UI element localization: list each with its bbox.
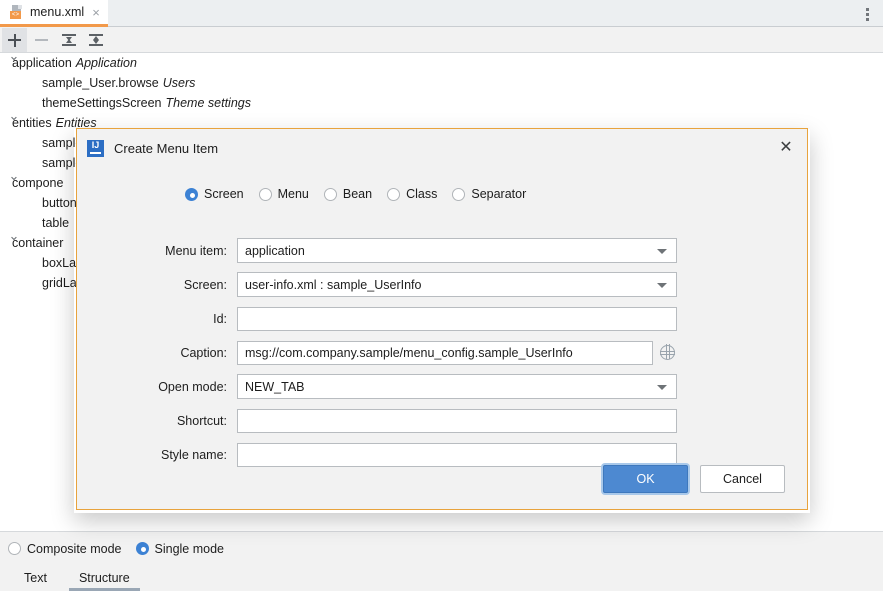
chevron-down-icon bbox=[657, 385, 667, 390]
radio-dot-icon bbox=[323, 187, 337, 201]
expand-all-button[interactable] bbox=[56, 28, 81, 52]
radio-type-screen[interactable]: Screen bbox=[185, 187, 244, 201]
tab-structure-label: Structure bbox=[78, 571, 130, 585]
field-row-screen: Screen: user-info.xml : sample_UserInfo bbox=[77, 270, 807, 299]
menu-item-value: application bbox=[245, 243, 305, 258]
editor-tab-menu-xml[interactable]: <> menu.xml × bbox=[0, 0, 108, 27]
close-icon[interactable]: ✕ bbox=[777, 139, 795, 157]
tree-node-name: button bbox=[42, 196, 77, 210]
field-row-caption: Caption: msg://com.company.sample/menu_c… bbox=[77, 338, 807, 367]
radio-type-menu[interactable]: Menu bbox=[258, 187, 309, 201]
intellij-idea-icon bbox=[87, 139, 104, 157]
open-mode-combobox[interactable]: NEW_TAB bbox=[237, 374, 677, 399]
menu-item-combobox[interactable]: application bbox=[237, 238, 677, 263]
open-mode-value: NEW_TAB bbox=[245, 379, 305, 394]
create-menu-item-dialog: Create Menu Item ✕ Screen Menu Bean Class Se… bbox=[76, 129, 808, 510]
radio-dot-icon bbox=[185, 187, 198, 201]
radio-type-separator[interactable]: Separator bbox=[452, 187, 526, 201]
tree-node-name: table bbox=[42, 216, 70, 230]
tree-node-caption: Application bbox=[75, 56, 137, 70]
menu-item-type-radio-group: Screen Menu Bean Class Separator bbox=[185, 187, 526, 201]
radio-type-label: Class bbox=[406, 187, 438, 201]
collapse-all-button[interactable] bbox=[83, 28, 108, 52]
expand-all-icon bbox=[61, 33, 76, 47]
mode-selector-bar: Composite mode Single mode bbox=[0, 532, 883, 565]
screen-value: user-info.xml : sample_UserInfo bbox=[245, 277, 422, 292]
plus-icon bbox=[8, 33, 21, 47]
collapse-all-icon bbox=[88, 33, 103, 47]
tree-node-name: sample_User.browse bbox=[42, 76, 159, 90]
minus-icon bbox=[35, 39, 48, 41]
radio-type-label: Bean bbox=[342, 187, 373, 201]
tab-text[interactable]: Text bbox=[20, 565, 51, 591]
style-name-input[interactable] bbox=[237, 442, 677, 467]
tree-node-name: themeSettingsScreen bbox=[42, 96, 162, 110]
shortcut-input[interactable] bbox=[237, 408, 677, 433]
radio-dot-icon bbox=[258, 187, 272, 201]
radio-composite-mode[interactable]: Composite mode bbox=[8, 542, 122, 556]
screen-combobox[interactable]: user-info.xml : sample_UserInfo bbox=[237, 272, 677, 297]
id-label: Id: bbox=[213, 311, 227, 326]
tab-text-label: Text bbox=[24, 571, 47, 585]
field-row-id: Id: bbox=[77, 304, 807, 333]
editor-tab-bar: <> menu.xml × bbox=[0, 0, 883, 27]
open-mode-label: Open mode: bbox=[158, 379, 227, 394]
radio-type-label: Screen bbox=[204, 187, 244, 201]
field-row-menu-item: Menu item: application bbox=[77, 236, 807, 265]
tab-structure[interactable]: Structure bbox=[68, 565, 140, 591]
globe-icon[interactable] bbox=[659, 344, 675, 360]
radio-composite-mode-label: Composite mode bbox=[27, 541, 122, 556]
field-row-open-mode: Open mode: NEW_TAB bbox=[77, 372, 807, 401]
tree-node-name: boxLa bbox=[42, 256, 77, 270]
radio-type-class[interactable]: Class bbox=[387, 187, 437, 201]
chevron-down-icon[interactable]: ⌄ bbox=[8, 168, 20, 183]
bottom-tab-bar: Text Structure bbox=[0, 565, 883, 591]
menu-item-label: Menu item: bbox=[165, 243, 227, 258]
structure-toolbar bbox=[0, 27, 883, 53]
dialog-button-row: OK Cancel bbox=[603, 465, 785, 493]
radio-single-mode-label: Single mode bbox=[154, 541, 225, 556]
field-row-shortcut: Shortcut: bbox=[77, 406, 807, 435]
chevron-down-icon[interactable]: ⌄ bbox=[8, 48, 20, 63]
close-icon[interactable]: × bbox=[92, 6, 100, 19]
caption-label: Caption: bbox=[180, 345, 227, 360]
remove-button[interactable] bbox=[29, 28, 54, 52]
chevron-down-icon[interactable]: ⌄ bbox=[8, 108, 20, 123]
tree-node-caption: Users bbox=[162, 76, 196, 90]
id-input[interactable] bbox=[237, 306, 677, 331]
caption-value: msg://com.company.sample/menu_config.sam… bbox=[245, 345, 573, 360]
dialog-title-bar: Create Menu Item bbox=[77, 129, 807, 167]
tree-node[interactable]: ⌄ application Application bbox=[0, 48, 883, 73]
radio-dot-icon bbox=[452, 187, 466, 201]
kebab-menu-icon[interactable] bbox=[857, 4, 877, 24]
tree-node-name: application bbox=[12, 56, 72, 70]
dialog-title: Create Menu Item bbox=[114, 140, 219, 156]
radio-single-mode[interactable]: Single mode bbox=[135, 541, 225, 556]
radio-type-label: Separator bbox=[471, 187, 527, 201]
chevron-down-icon[interactable]: ⌄ bbox=[8, 228, 20, 243]
tree-node[interactable]: sample_User.browse Users bbox=[0, 73, 883, 93]
caption-input[interactable]: msg://com.company.sample/menu_config.sam… bbox=[237, 340, 653, 365]
radio-dot-icon bbox=[8, 542, 21, 555]
style-name-label: Style name: bbox=[160, 447, 227, 462]
cancel-button[interactable]: Cancel bbox=[700, 465, 785, 493]
radio-type-label: Menu bbox=[277, 187, 309, 201]
chevron-down-icon bbox=[657, 249, 667, 254]
chevron-down-icon bbox=[657, 283, 667, 288]
ok-button[interactable]: OK bbox=[603, 465, 688, 493]
radio-type-bean[interactable]: Bean bbox=[323, 187, 373, 201]
xml-file-icon: <> bbox=[10, 5, 24, 19]
shortcut-label: Shortcut: bbox=[176, 413, 227, 428]
tree-node[interactable]: themeSettingsScreen Theme settings bbox=[0, 93, 883, 113]
editor-tab-label: menu.xml bbox=[30, 5, 85, 19]
tree-node-caption: Theme settings bbox=[165, 96, 251, 110]
screen-label: Screen: bbox=[183, 277, 227, 292]
application-window: <> menu.xml × ⌄ application Application sam… bbox=[0, 0, 883, 591]
radio-dot-icon bbox=[387, 187, 401, 201]
radio-dot-icon bbox=[135, 542, 149, 555]
tree-node-name: gridLa bbox=[42, 276, 77, 290]
